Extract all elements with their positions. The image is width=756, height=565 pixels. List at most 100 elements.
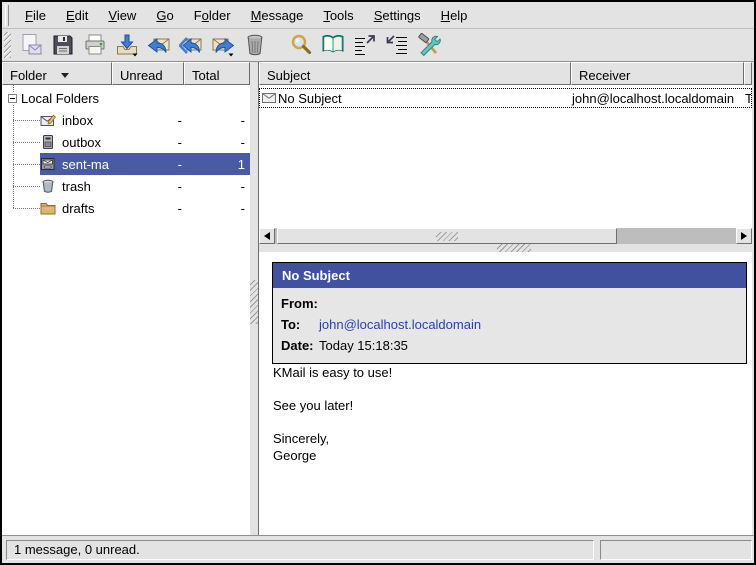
status-text: 1 message, 0 unread.: [14, 542, 140, 557]
outbox-icon: [40, 134, 60, 150]
column-header-folder[interactable]: Folder: [2, 62, 112, 85]
menu-settings[interactable]: Settings: [364, 5, 431, 26]
column-header-receiver-label: Receiver: [579, 68, 630, 83]
menu-go[interactable]: Go: [146, 5, 183, 26]
message-subject-bar: No Subject: [273, 263, 746, 288]
message-body: KMail is easy to use! See you later! Since…: [273, 364, 742, 480]
horizontal-scrollbar[interactable]: [259, 228, 752, 244]
reply-all-icon[interactable]: [176, 30, 206, 60]
folder-unread-count: -: [116, 179, 188, 194]
message-list-headers: Subject Receiver Date: [259, 62, 752, 85]
column-header-subject-label: Subject: [267, 68, 310, 83]
sort-arrow-icon: [61, 73, 69, 78]
collapse-thread-icon[interactable]: [382, 30, 412, 60]
folder-row-inbox[interactable]: inbox--: [40, 109, 250, 131]
menu-tools[interactable]: Tools: [313, 5, 363, 26]
tree-line: [13, 120, 40, 121]
folder-unread-count: -: [116, 135, 188, 150]
folder-label: trash: [60, 179, 116, 194]
header-field-label: From:: [281, 296, 319, 311]
folder-total-count: -: [188, 113, 250, 128]
menu-folder[interactable]: Folder: [184, 5, 241, 26]
folder-total-count: -: [188, 179, 250, 194]
menu-message[interactable]: Message: [241, 5, 314, 26]
vertical-splitter-grip[interactable]: [250, 280, 258, 324]
horizontal-splitter-grip[interactable]: [497, 244, 531, 252]
column-header-subject[interactable]: Subject: [259, 62, 571, 85]
reply-icon[interactable]: [144, 30, 174, 60]
new-message-icon[interactable]: [16, 30, 46, 60]
menu-bar: FileEditViewGoFolderMessageToolsSettings…: [2, 2, 754, 29]
column-header-total[interactable]: Total: [184, 62, 250, 85]
folder-row-sent-ma[interactable]: sent-ma-1: [40, 153, 250, 175]
header-field-label: To:: [281, 317, 319, 332]
column-header-folder-label: Folder: [10, 68, 47, 83]
message-row[interactable]: No Subjectjohn@localhost.localdomainToda…: [259, 88, 752, 108]
scrollbar-grip: [436, 232, 458, 241]
body-paragraph: KMail is easy to use!: [273, 364, 742, 381]
folder-tree: Local Foldersinbox--outbox--sent-ma-1tra…: [2, 85, 250, 535]
address-book-icon[interactable]: [318, 30, 348, 60]
folder-row-outbox[interactable]: outbox--: [40, 131, 250, 153]
scrollbar-thumb[interactable]: [277, 228, 617, 244]
sent-mail-icon: [40, 156, 60, 172]
folder-row-local-folders[interactable]: Local Folders: [2, 87, 250, 109]
menu-help[interactable]: Help: [431, 5, 478, 26]
scrollbar-track[interactable]: [617, 228, 736, 244]
scroll-right-button[interactable]: [736, 228, 752, 244]
folder-row-trash[interactable]: trash--: [40, 175, 250, 197]
print-icon[interactable]: [80, 30, 110, 60]
message-list: No Subjectjohn@localhost.localdomainToda…: [259, 85, 752, 228]
toolbar: [2, 29, 754, 62]
vertical-splitter[interactable]: [250, 62, 258, 535]
preview-pane: No Subject From: To:john@localhost.locald…: [259, 252, 752, 535]
folder-unread-count: -: [116, 201, 188, 216]
column-header-unread[interactable]: Unread: [112, 62, 184, 85]
kmail-window: FileEditViewGoFolderMessageToolsSettings…: [0, 0, 756, 565]
folder-panel: Folder Unread Total Local Foldersinbox--…: [2, 62, 250, 535]
column-header-unread-label: Unread: [120, 68, 163, 83]
drafts-icon: [40, 200, 60, 216]
folder-list-headers: Folder Unread Total: [2, 62, 250, 85]
column-header-date-label: Date: [751, 68, 752, 83]
menu-items: FileEditViewGoFolderMessageToolsSettings…: [15, 5, 477, 26]
tools-icon[interactable]: [414, 30, 444, 60]
save-icon[interactable]: [48, 30, 78, 60]
folder-label: drafts: [60, 201, 116, 216]
scroll-left-button[interactable]: [259, 228, 275, 244]
message-date-cell: Today 15:18:35: [743, 91, 751, 106]
status-message-panel: 1 message, 0 unread.: [6, 540, 594, 560]
header-field-value: Today 15:18:35: [319, 338, 408, 353]
tree-line: [13, 186, 40, 187]
column-header-receiver[interactable]: Receiver: [571, 62, 744, 85]
menu-edit[interactable]: Edit: [56, 5, 98, 26]
column-header-date[interactable]: Date: [744, 62, 752, 85]
header-field-label: Date:: [281, 338, 319, 353]
folder-unread-count: -: [116, 113, 188, 128]
body-paragraph: Sincerely, George: [273, 430, 742, 464]
trash-icon[interactable]: [240, 30, 270, 60]
find-messages-icon[interactable]: [286, 30, 316, 60]
menu-file[interactable]: File: [15, 5, 56, 26]
status-bar: 1 message, 0 unread.: [2, 535, 754, 563]
forward-icon[interactable]: [208, 30, 238, 60]
menu-view[interactable]: View: [98, 5, 146, 26]
message-panel: Subject Receiver Date No Subjectjohn@loc…: [258, 62, 752, 535]
expand-thread-icon[interactable]: [350, 30, 380, 60]
inbox-icon: [40, 112, 60, 128]
message-subject-cell: No Subject: [278, 91, 570, 106]
folder-total-count: -: [188, 201, 250, 216]
email-address-link[interactable]: john@localhost.localdomain: [319, 317, 481, 332]
message-subject: No Subject: [282, 268, 350, 283]
header-field: From:: [281, 293, 746, 314]
body-paragraph: See you later!: [273, 397, 742, 414]
tree-expander-icon[interactable]: [8, 94, 17, 103]
folder-row-drafts[interactable]: drafts--: [40, 197, 250, 219]
check-mail-icon[interactable]: [112, 30, 142, 60]
menubar-drag-handle[interactable]: [5, 5, 9, 26]
folder-label: inbox: [60, 113, 116, 128]
status-secondary-panel: [600, 540, 752, 560]
horizontal-splitter[interactable]: [259, 244, 752, 252]
toolbar-drag-handle[interactable]: [4, 32, 11, 58]
message-receiver-cell: john@localhost.localdomain: [570, 91, 743, 106]
